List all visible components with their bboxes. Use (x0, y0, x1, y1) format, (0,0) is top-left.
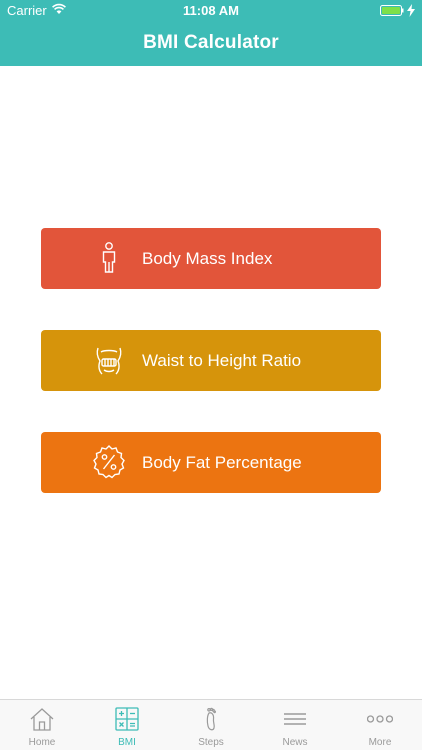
more-dots-icon (367, 715, 393, 723)
waist-to-height-ratio-label: Waist to Height Ratio (142, 351, 302, 370)
tab-home-label: Home (28, 737, 56, 748)
waist-icon (91, 342, 127, 378)
tab-more-label: More (368, 737, 392, 748)
charging-bolt-icon (407, 4, 415, 17)
percent-badge-icon (91, 444, 127, 480)
tab-steps[interactable]: Steps (169, 700, 253, 750)
tab-more[interactable]: More (338, 700, 422, 750)
home-icon (30, 708, 54, 731)
tab-steps-label: Steps (198, 737, 224, 748)
footprint-icon (206, 707, 217, 731)
body-mass-index-button[interactable]: Body Mass Index (41, 228, 381, 289)
status-bar: Carrier 11:08 AM (0, 0, 422, 22)
tab-bmi-label: BMI (118, 737, 136, 748)
page-title: BMI Calculator (143, 32, 279, 53)
tab-bmi[interactable]: BMI (85, 700, 169, 750)
lines-icon (284, 713, 306, 725)
status-time: 11:08 AM (183, 3, 239, 18)
body-mass-index-label: Body Mass Index (142, 249, 273, 268)
calculator-icon (115, 707, 139, 731)
header-bar: Carrier 11:08 AM BMI Calculator (0, 0, 422, 66)
person-icon (91, 240, 127, 276)
waist-to-height-ratio-button[interactable]: Waist to Height Ratio (41, 330, 381, 391)
body-fat-percentage-label: Body Fat Percentage (142, 453, 302, 472)
tab-bar: Home BMI Steps News More (0, 699, 422, 750)
body-fat-percentage-button[interactable]: Body Fat Percentage (41, 432, 381, 493)
tab-news[interactable]: News (253, 700, 337, 750)
tab-news-label: News (282, 737, 308, 748)
battery-icon (380, 5, 404, 16)
tab-home[interactable]: Home (0, 700, 84, 750)
